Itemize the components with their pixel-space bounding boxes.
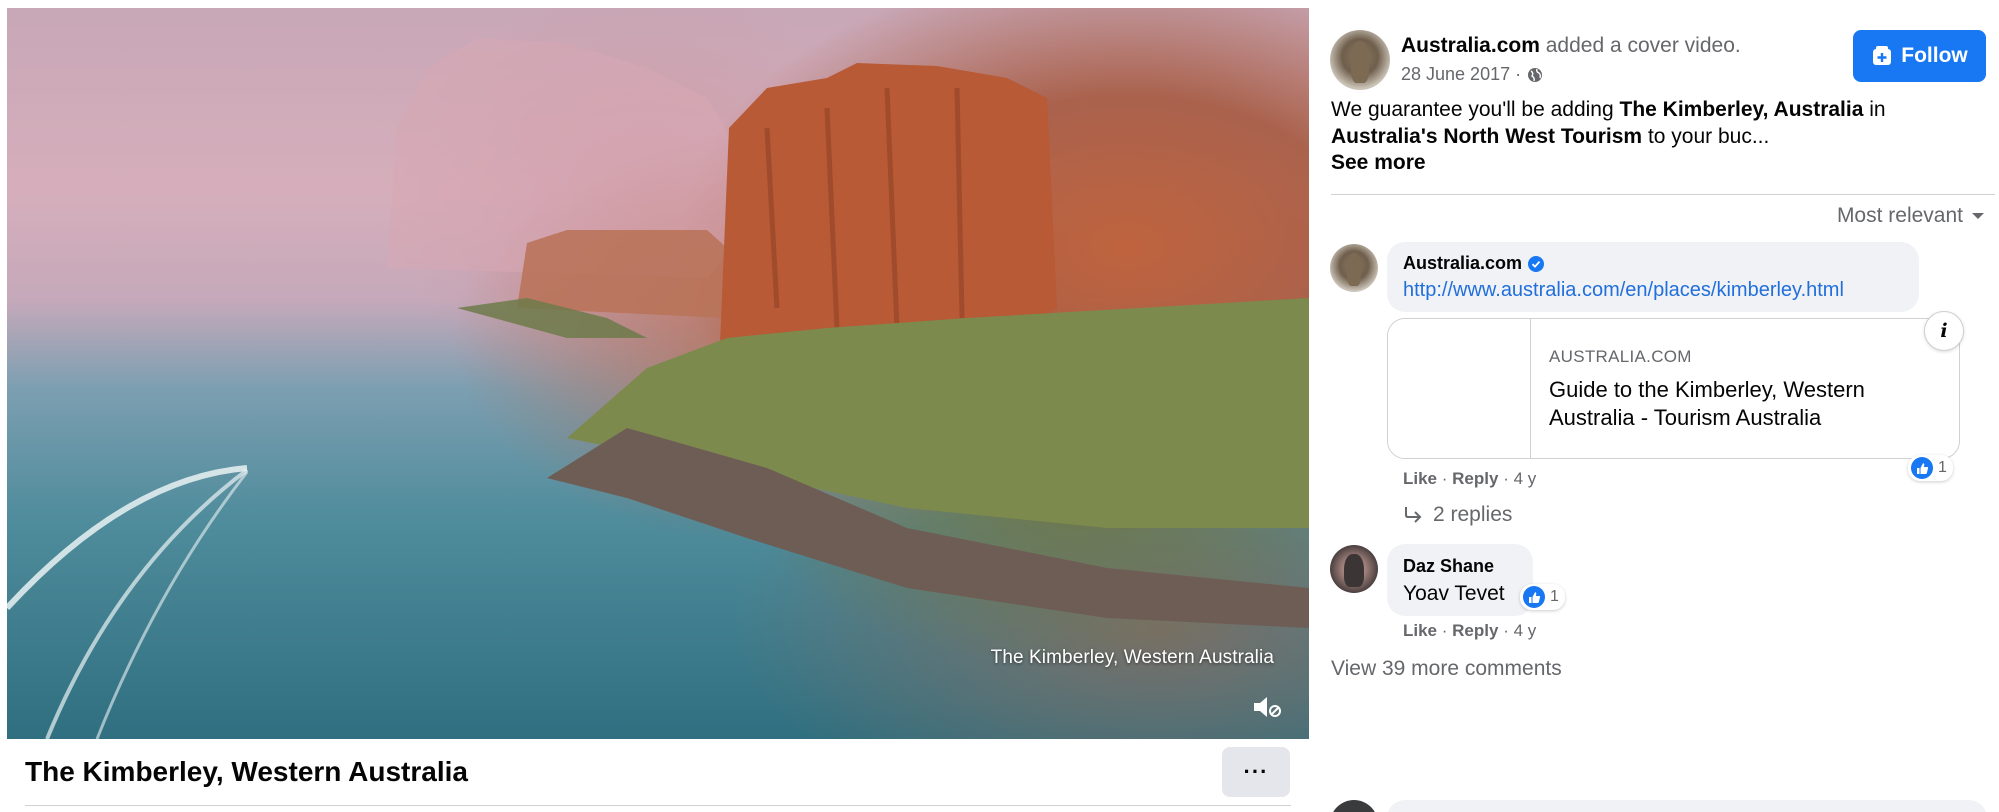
link-thumbnail: [1388, 319, 1531, 458]
post-action-text: added a cover video.: [1545, 34, 1741, 57]
add-page-icon: [1873, 46, 1892, 65]
meta-separator: ·: [1503, 621, 1514, 640]
view-more-comments-link[interactable]: View 39 more comments: [1331, 657, 1562, 681]
post-date-text: 28 June 2017 ·: [1401, 64, 1522, 84]
like-action[interactable]: Like: [1403, 621, 1437, 640]
more-options-icon: ···: [1243, 759, 1269, 784]
mute-icon: [1254, 697, 1281, 717]
post-text: We guarantee you'll be adding The Kimber…: [1331, 96, 1971, 150]
replies-label: 2 replies: [1433, 503, 1513, 526]
like-action[interactable]: Like: [1403, 469, 1437, 488]
post-header: Australia.com added a cover video.: [1401, 34, 1741, 58]
video-caption: The Kimberley, Western Australia: [990, 647, 1274, 668]
comment-age[interactable]: 4 y: [1514, 621, 1537, 640]
like-icon: [1523, 586, 1545, 608]
comment-text[interactable]: Yoav Tevet: [1403, 582, 1505, 606]
link-preview-card[interactable]: AUSTRALIA.COM Guide to the Kimberley, We…: [1387, 318, 1960, 459]
divider: [25, 805, 1291, 806]
comment-link[interactable]: http://www.australia.com/en/places/kimbe…: [1403, 279, 1844, 302]
commenter-avatar[interactable]: [1330, 545, 1378, 593]
comment-actions: Like · Reply · 4 y: [1403, 621, 1536, 641]
post-date[interactable]: 28 June 2017 ·: [1401, 64, 1543, 85]
cliff-illustration: [7, 38, 1309, 739]
comment-author[interactable]: Australia.com: [1403, 253, 1545, 274]
sort-label: Most relevant: [1836, 204, 1963, 227]
post-text-bold[interactable]: The Kimberley, Australia: [1620, 98, 1864, 121]
post-text-bold[interactable]: Australia's North West Tourism: [1331, 125, 1642, 148]
comment-input[interactable]: [1387, 800, 1987, 812]
reaction-count[interactable]: 1: [1520, 584, 1565, 610]
comment-author-name: Australia.com: [1403, 253, 1523, 273]
reply-action[interactable]: Reply: [1452, 621, 1498, 640]
verified-badge-icon: [1528, 255, 1545, 272]
post-text-part: to your buc...: [1642, 125, 1770, 148]
comment-author[interactable]: Daz Shane: [1403, 556, 1494, 577]
page-avatar[interactable]: [1330, 30, 1390, 90]
reply-action[interactable]: Reply: [1452, 469, 1498, 488]
reply-arrow-icon: [1405, 507, 1422, 523]
info-button[interactable]: i: [1924, 311, 1964, 351]
meta-separator: ·: [1441, 469, 1453, 488]
reaction-count-text: 1: [1938, 459, 1947, 476]
author-link[interactable]: Australia.com: [1401, 34, 1540, 57]
post-text-part: in: [1863, 98, 1886, 121]
more-options-button[interactable]: ···: [1222, 747, 1290, 797]
mute-button[interactable]: [1247, 687, 1287, 727]
link-domain: AUSTRALIA.COM: [1549, 347, 1692, 366]
caret-down-icon: [1972, 213, 1984, 219]
meta-separator: ·: [1441, 621, 1453, 640]
post-text-part: We guarantee you'll be adding: [1331, 98, 1620, 121]
see-more-link[interactable]: See more: [1331, 151, 1426, 175]
globe-icon: [1528, 67, 1543, 82]
reaction-count[interactable]: 1: [1908, 455, 1953, 481]
like-icon: [1911, 457, 1933, 479]
comment-actions: Like · Reply · 4 y: [1403, 469, 1536, 489]
comment-sort-dropdown[interactable]: Most relevant: [1837, 204, 1985, 228]
commenter-avatar[interactable]: [1330, 244, 1378, 292]
meta-separator: ·: [1503, 469, 1514, 488]
view-replies-link[interactable]: 2 replies: [1403, 503, 1512, 527]
comment-age[interactable]: 4 y: [1514, 469, 1537, 488]
reaction-count-text: 1: [1550, 588, 1559, 605]
link-title: Guide to the Kimberley, Western Australi…: [1549, 377, 1865, 430]
divider: [1331, 194, 1995, 195]
video-player[interactable]: The Kimberley, Western Australia: [7, 8, 1309, 739]
video-title: The Kimberley, Western Australia: [25, 756, 468, 787]
follow-label: Follow: [1901, 44, 1968, 67]
info-icon: i: [1940, 320, 1948, 342]
follow-button[interactable]: Follow: [1853, 30, 1986, 82]
current-user-avatar[interactable]: [1330, 800, 1378, 812]
